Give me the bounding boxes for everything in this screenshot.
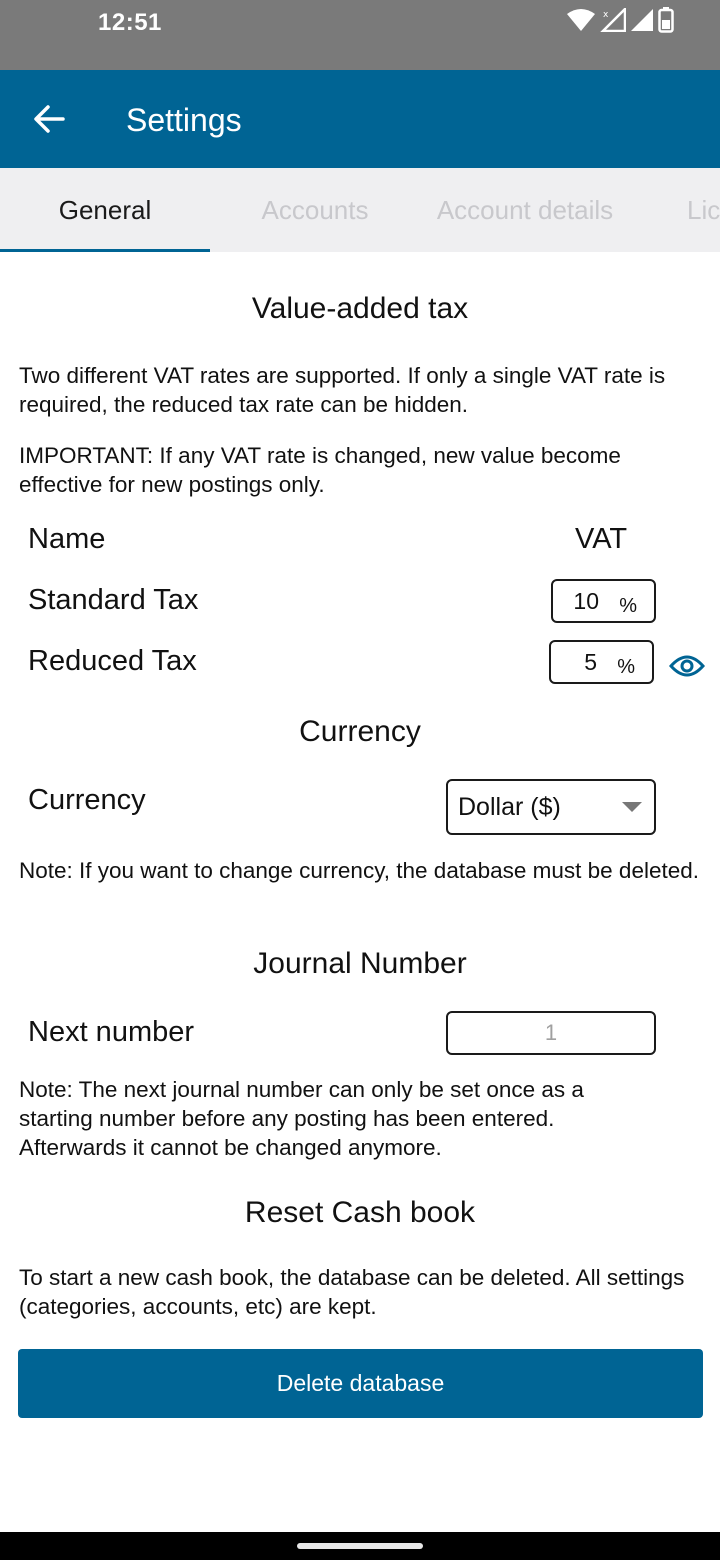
vat-column-vat: VAT [575,523,628,555]
percent-unit: % [619,595,637,617]
reset-section-title: Reset Cash book [244,1196,476,1229]
next-number-input[interactable]: 1 [446,1011,656,1055]
battery-icon [658,6,674,38]
currency-selected-value: Dollar ($) [458,793,561,821]
tab-indicator [0,249,210,252]
vat-section-title: Value-added tax [251,292,469,325]
next-number-placeholder: 1 [544,1020,558,1045]
standard-tax-label: Standard Tax [28,584,199,616]
currency-section-title: Currency [299,715,421,748]
eye-icon[interactable] [668,648,706,684]
dropdown-arrow-icon [622,802,642,812]
vat-description: Two different VAT rates are supported. I… [19,363,666,417]
signal-icon: x [599,5,627,37]
reduced-tax-input[interactable]: 5 % [549,640,654,684]
currency-select[interactable]: Dollar ($) [446,779,656,835]
app-bar: Settings [0,70,720,168]
reset-description: To start a new cash book, the database c… [19,1265,685,1319]
back-arrow-icon[interactable] [26,98,72,140]
delete-database-button[interactable]: Delete database [18,1349,703,1418]
tab-account-details[interactable]: Account details [420,168,630,252]
currency-label: Currency [28,784,146,816]
wifi-icon [566,8,596,37]
status-bar: 12:51 x [0,0,720,70]
navigation-bar [0,1532,720,1560]
tab-general[interactable]: General [0,168,210,252]
status-icons: x [566,5,674,38]
reduced-tax-label: Reduced Tax [28,645,197,677]
journal-note: Note: The next journal number can only b… [19,1077,584,1160]
tab-license[interactable]: Lic [640,168,720,252]
percent-unit: % [617,656,635,678]
standard-tax-value: 10 [573,587,599,614]
home-handle[interactable] [297,1543,423,1549]
tab-bar: General Accounts Account details Lic [0,168,720,252]
vat-important-note: IMPORTANT: If any VAT rate is changed, n… [19,443,621,497]
reduced-tax-value: 5 [584,648,597,675]
journal-section-title: Journal Number [253,947,467,980]
next-number-label: Next number [28,1016,195,1048]
status-time: 12:51 [98,9,162,36]
standard-tax-input[interactable]: 10 % [551,579,656,623]
currency-note: Note: If you want to change currency, th… [19,858,699,883]
svg-text:x: x [603,10,609,20]
vat-column-name: Name [28,523,106,555]
page-title: Settings [126,102,242,138]
tab-accounts[interactable]: Accounts [210,168,420,252]
signal-icon [630,8,654,37]
